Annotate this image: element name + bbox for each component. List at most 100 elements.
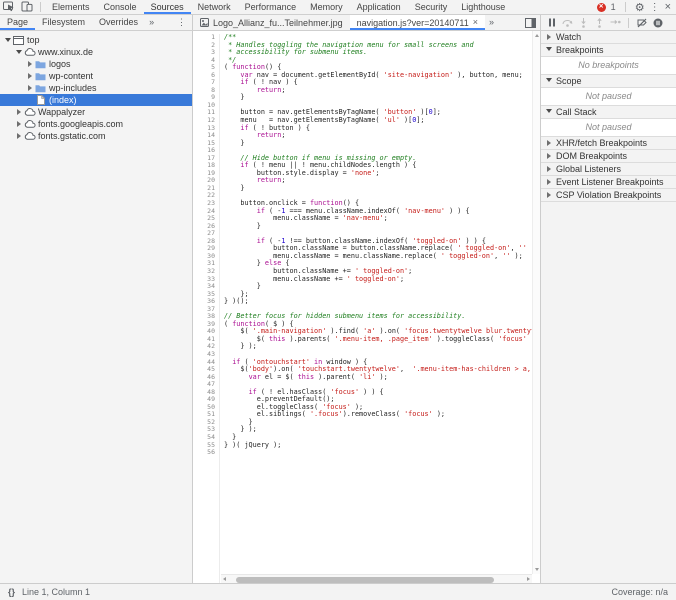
sources-content: topwww.xinux.delogoswp-contentwp-include… bbox=[0, 31, 676, 583]
code-line: } bbox=[224, 185, 540, 193]
section-header-xhr-fetch-breakpoints[interactable]: XHR/fetch Breakpoints bbox=[541, 137, 676, 150]
file-icon bbox=[34, 95, 47, 105]
tree-collapsed-icon[interactable] bbox=[544, 140, 553, 146]
tree-collapsed-icon[interactable] bbox=[25, 73, 34, 79]
tree-collapsed-icon[interactable] bbox=[25, 61, 34, 67]
tree-item-wp-content[interactable]: wp-content bbox=[0, 70, 192, 82]
cursor-position: Line 1, Column 1 bbox=[22, 587, 90, 597]
close-icon[interactable]: × bbox=[665, 1, 671, 13]
tree-collapsed-icon[interactable] bbox=[14, 121, 23, 127]
file-tab[interactable]: Logo_Allianz_fu...Teilnehmer.jpg bbox=[193, 15, 350, 30]
error-badge-icon[interactable]: ✕ bbox=[597, 3, 606, 12]
section-header-scope[interactable]: Scope bbox=[541, 75, 676, 88]
device-toolbar-icon[interactable] bbox=[18, 0, 36, 14]
section-label: Call Stack bbox=[556, 107, 597, 117]
scroll-right-icon[interactable] bbox=[527, 577, 530, 581]
navigator-tab-filesystem[interactable]: Filesystem bbox=[35, 15, 92, 30]
code-line: } ); bbox=[224, 426, 540, 434]
tree-item-fonts-googleapis-com[interactable]: fonts.googleapis.com bbox=[0, 118, 192, 130]
section-header-global-listeners[interactable]: Global Listeners bbox=[541, 163, 676, 176]
tab-memory[interactable]: Memory bbox=[303, 0, 350, 14]
tree-collapsed-icon[interactable] bbox=[14, 133, 23, 139]
section-label: XHR/fetch Breakpoints bbox=[556, 138, 647, 148]
tab-sources[interactable]: Sources bbox=[144, 0, 191, 14]
tree-item-wp-includes[interactable]: wp-includes bbox=[0, 82, 192, 94]
more-tabs-icon[interactable]: » bbox=[145, 15, 158, 30]
toolbar-divider bbox=[628, 18, 629, 28]
step-icon[interactable] bbox=[608, 16, 623, 30]
tab-security[interactable]: Security bbox=[408, 0, 455, 14]
tree-expanded-icon[interactable] bbox=[544, 47, 553, 51]
frame-icon bbox=[12, 36, 25, 45]
code-line: var el = $( this ).parent( 'li' ); bbox=[224, 374, 540, 382]
vertical-scrollbar[interactable] bbox=[532, 31, 540, 574]
tree-collapsed-icon[interactable] bbox=[544, 166, 553, 172]
main-toolbar: ElementsConsoleSourcesNetworkPerformance… bbox=[0, 0, 676, 15]
tab-lighthouse[interactable]: Lighthouse bbox=[454, 0, 512, 14]
tree-collapsed-icon[interactable] bbox=[544, 153, 553, 159]
tree-item-top[interactable]: top bbox=[0, 34, 192, 46]
navigator-more-options-icon[interactable]: ⋮ bbox=[171, 15, 192, 30]
tree-item-label: wp-includes bbox=[47, 83, 97, 93]
pause-on-exceptions-icon[interactable] bbox=[650, 16, 665, 30]
kebab-menu-icon[interactable]: ⋮ bbox=[650, 2, 660, 13]
tree-collapsed-icon[interactable] bbox=[25, 85, 34, 91]
code-line: $( this ).parents( '.menu-item, .page_it… bbox=[224, 336, 540, 344]
tree-item-fonts-gstatic-com[interactable]: fonts.gstatic.com bbox=[0, 130, 192, 142]
tree-item-logos[interactable]: logos bbox=[0, 58, 192, 70]
section-header-csp-violation-breakpoints[interactable]: CSP Violation Breakpoints bbox=[541, 189, 676, 202]
tree-collapsed-icon[interactable] bbox=[544, 34, 553, 40]
tree-collapsed-icon[interactable] bbox=[14, 109, 23, 115]
cloud-icon bbox=[23, 132, 36, 140]
section-label: Scope bbox=[556, 76, 582, 86]
tab-close-icon[interactable]: × bbox=[473, 18, 478, 27]
pretty-print-icon[interactable]: {} bbox=[8, 587, 15, 597]
tree-item-www-xinux-de[interactable]: www.xinux.de bbox=[0, 46, 192, 58]
code-line: } bbox=[224, 419, 540, 427]
scroll-up-icon[interactable] bbox=[535, 34, 539, 37]
file-tab[interactable]: navigation.js?ver=20140711× bbox=[350, 15, 485, 30]
section-header-dom-breakpoints[interactable]: DOM Breakpoints bbox=[541, 150, 676, 163]
tree-item--index-[interactable]: (index) bbox=[0, 94, 192, 106]
step-over-icon[interactable] bbox=[560, 16, 575, 30]
section-header-call-stack[interactable]: Call Stack bbox=[541, 106, 676, 119]
tree-expanded-icon[interactable] bbox=[14, 50, 23, 54]
deactivate-breakpoints-icon[interactable] bbox=[634, 16, 649, 30]
tab-performance[interactable]: Performance bbox=[238, 0, 304, 14]
tree-expanded-icon[interactable] bbox=[3, 38, 12, 42]
tree-collapsed-icon[interactable] bbox=[544, 192, 553, 198]
navigator-tab-overrides[interactable]: Overrides bbox=[92, 15, 145, 30]
tree-item-wappalyzer[interactable]: Wappalyzer bbox=[0, 106, 192, 118]
section-label: CSP Violation Breakpoints bbox=[556, 190, 661, 200]
error-count: 1 bbox=[611, 2, 616, 12]
tree-collapsed-icon[interactable] bbox=[544, 179, 553, 185]
tab-elements[interactable]: Elements bbox=[45, 0, 97, 14]
pause-icon[interactable] bbox=[544, 16, 559, 30]
gear-icon[interactable]: ⚙ bbox=[635, 1, 645, 14]
line-number[interactable]: 56 bbox=[193, 449, 215, 457]
code-line: menu.className = 'nav-menu'; bbox=[224, 215, 540, 223]
section-header-breakpoints[interactable]: Breakpoints bbox=[541, 44, 676, 57]
section-header-watch[interactable]: Watch bbox=[541, 31, 676, 44]
step-into-icon[interactable] bbox=[576, 16, 591, 30]
code-editor[interactable]: 1234567891011121314151617181920212223242… bbox=[193, 31, 540, 583]
code-area[interactable]: /** * Handles toggling the navigation me… bbox=[220, 34, 540, 583]
navigator-tab-page[interactable]: Page bbox=[0, 15, 35, 30]
panel-right-icon[interactable] bbox=[521, 15, 540, 30]
tree-expanded-icon[interactable] bbox=[544, 78, 553, 82]
section-header-event-listener-breakpoints[interactable]: Event Listener Breakpoints bbox=[541, 176, 676, 189]
scroll-left-icon[interactable] bbox=[223, 577, 226, 581]
scrollbar-thumb[interactable] bbox=[236, 577, 494, 583]
tab-application[interactable]: Application bbox=[350, 0, 408, 14]
horizontal-scrollbar[interactable] bbox=[221, 574, 532, 583]
more-tabs-icon[interactable]: » bbox=[485, 15, 498, 30]
cloud-icon bbox=[23, 108, 36, 116]
code-line: * accessibility for submenu items. bbox=[224, 49, 540, 57]
tab-console[interactable]: Console bbox=[97, 0, 144, 14]
scroll-down-icon[interactable] bbox=[535, 568, 539, 571]
inspect-element-icon[interactable] bbox=[0, 0, 18, 14]
code-line: }; bbox=[224, 291, 540, 299]
tree-expanded-icon[interactable] bbox=[544, 109, 553, 113]
step-out-icon[interactable] bbox=[592, 16, 607, 30]
tab-network[interactable]: Network bbox=[191, 0, 238, 14]
